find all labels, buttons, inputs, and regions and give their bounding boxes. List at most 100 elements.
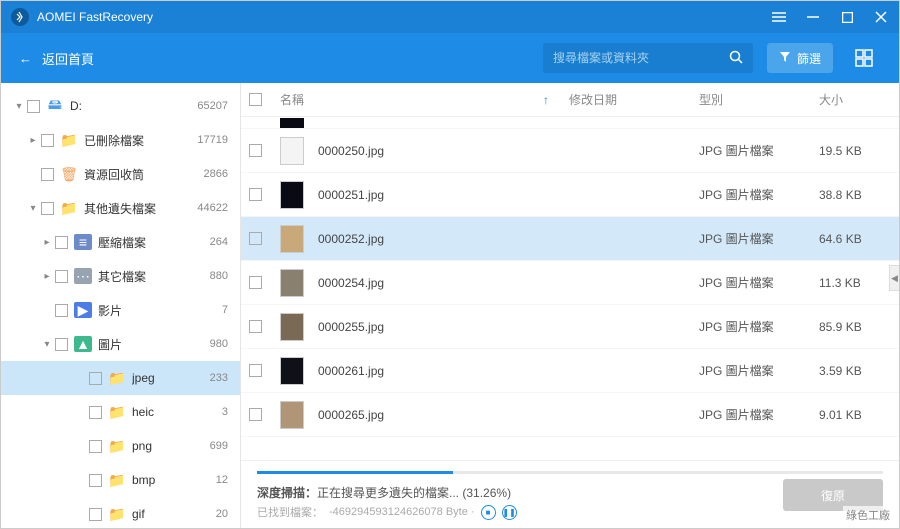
sidebar-item-壓縮檔案[interactable]: ▸≡壓縮檔案264	[1, 225, 240, 259]
chevron-icon[interactable]: ▾	[41, 339, 53, 350]
search-input[interactable]	[553, 51, 729, 65]
sidebar-item-已刪除檔案[interactable]: ▸📁已刪除檔案17719	[1, 123, 240, 157]
file-checkbox[interactable]	[249, 276, 262, 289]
tree-label: 其他遺失檔案	[84, 200, 197, 217]
close-icon[interactable]	[873, 9, 889, 25]
tree-checkbox[interactable]	[89, 372, 102, 385]
file-checkbox[interactable]	[249, 232, 262, 245]
file-row[interactable]: 0000261.jpgJPG 圖片檔案3.59 KB	[241, 349, 899, 393]
thumbnail	[280, 401, 304, 429]
file-type: JPG 圖片檔案	[699, 318, 819, 335]
back-label: 返回首頁	[42, 49, 94, 68]
chevron-icon[interactable]: ▾	[13, 101, 25, 112]
sidebar-item-其他遺失檔案[interactable]: ▾📁其他遺失檔案44622	[1, 191, 240, 225]
tree-label: jpeg	[132, 371, 210, 385]
tree-checkbox[interactable]	[89, 440, 102, 453]
progress-bar	[257, 471, 883, 474]
stop-scan-button[interactable]: ■	[481, 505, 496, 520]
sidebar-item-png[interactable]: 📁png699	[1, 429, 240, 463]
tree-checkbox[interactable]	[55, 236, 68, 249]
tree-checkbox[interactable]	[55, 304, 68, 317]
preview-panel-toggle[interactable]: ◀	[889, 265, 899, 291]
file-type: JPG 圖片檔案	[699, 186, 819, 203]
tree-checkbox[interactable]	[41, 134, 54, 147]
tree-label: 資源回收筒	[84, 166, 204, 183]
tree-count: 65207	[197, 100, 228, 112]
sidebar: ▾🖴D:65207▸📁已刪除檔案17719🗑資源回收筒2866▾📁其他遺失檔案4…	[1, 83, 241, 528]
file-row[interactable]: 0000255.jpgJPG 圖片檔案85.9 KB	[241, 305, 899, 349]
file-size: 64.6 KB	[819, 232, 899, 246]
chevron-icon[interactable]: ▸	[41, 237, 53, 248]
tree-label: png	[132, 439, 210, 453]
tree-count: 12	[216, 474, 228, 486]
sidebar-item-其它檔案[interactable]: ▸⋯其它檔案880	[1, 259, 240, 293]
toolbar: ← 返回首頁 篩選	[1, 33, 899, 83]
tree-label: heic	[132, 405, 222, 419]
file-type: JPG 圖片檔案	[699, 274, 819, 291]
file-checkbox[interactable]	[249, 144, 262, 157]
column-type[interactable]: 型別	[699, 91, 819, 108]
file-row[interactable]: 0000265.jpgJPG 圖片檔案9.01 KB	[241, 393, 899, 437]
column-size[interactable]: 大小	[819, 91, 899, 108]
minimize-icon[interactable]	[805, 9, 821, 25]
select-all-checkbox[interactable]	[249, 93, 262, 106]
view-grid-button[interactable]	[847, 43, 881, 73]
tree-label: gif	[132, 507, 216, 521]
file-name: 0000254.jpg	[318, 276, 699, 290]
content-pane: 名稱 ↑ 修改日期 型別 大小 0000250.jpgJPG 圖片檔案19.5 …	[241, 83, 899, 528]
tree-count: 233	[210, 372, 228, 384]
file-name: 0000255.jpg	[318, 320, 699, 334]
tree-count: 3	[222, 406, 228, 418]
tree-checkbox[interactable]	[41, 202, 54, 215]
column-name[interactable]: 名稱 ↑	[280, 91, 569, 108]
chevron-icon[interactable]: ▸	[41, 271, 53, 282]
menu-icon[interactable]	[771, 9, 787, 25]
file-checkbox[interactable]	[249, 320, 262, 333]
file-row[interactable]: 0000252.jpgJPG 圖片檔案64.6 KB	[241, 217, 899, 261]
column-date[interactable]: 修改日期	[569, 91, 699, 108]
tree-count: 7	[222, 304, 228, 316]
thumbnail	[280, 357, 304, 385]
sidebar-item-heic[interactable]: 📁heic3	[1, 395, 240, 429]
file-type: JPG 圖片檔案	[699, 362, 819, 379]
tree-checkbox[interactable]	[89, 406, 102, 419]
sidebar-item-jpeg[interactable]: 📁jpeg233	[1, 361, 240, 395]
search-box[interactable]	[543, 43, 753, 73]
tree-checkbox[interactable]	[89, 508, 102, 521]
back-button[interactable]: ← 返回首頁	[19, 49, 94, 68]
tree-label: 已刪除檔案	[84, 132, 197, 149]
chevron-icon[interactable]: ▾	[27, 203, 39, 214]
file-size: 19.5 KB	[819, 144, 899, 158]
file-checkbox[interactable]	[249, 408, 262, 421]
sidebar-item-資源回收筒[interactable]: 🗑資源回收筒2866	[1, 157, 240, 191]
chevron-icon[interactable]: ▸	[27, 135, 39, 146]
sidebar-item-圖片[interactable]: ▾▲圖片980	[1, 327, 240, 361]
tree-count: 17719	[197, 134, 228, 146]
tree-count: 20	[216, 508, 228, 520]
thumbnail	[280, 313, 304, 341]
pause-scan-button[interactable]: ❚❚	[502, 505, 517, 520]
tree-checkbox[interactable]	[55, 338, 68, 351]
tree-checkbox[interactable]	[41, 168, 54, 181]
tree-checkbox[interactable]	[89, 474, 102, 487]
tree-checkbox[interactable]	[27, 100, 40, 113]
sidebar-item-gif[interactable]: 📁gif20	[1, 497, 240, 528]
sidebar-item-影片[interactable]: ▶影片7	[1, 293, 240, 327]
file-row[interactable]: 0000251.jpgJPG 圖片檔案38.8 KB	[241, 173, 899, 217]
search-icon[interactable]	[729, 50, 743, 67]
sidebar-item-bmp[interactable]: 📁bmp12	[1, 463, 240, 497]
tree-checkbox[interactable]	[55, 270, 68, 283]
file-checkbox[interactable]	[249, 188, 262, 201]
column-name-label: 名稱	[280, 91, 304, 108]
sidebar-item-D:[interactable]: ▾🖴D:65207	[1, 89, 240, 123]
filter-button[interactable]: 篩選	[767, 43, 833, 73]
tree-label: 影片	[98, 302, 222, 319]
file-checkbox[interactable]	[249, 364, 262, 377]
maximize-icon[interactable]	[839, 9, 855, 25]
file-row[interactable]: 0000250.jpgJPG 圖片檔案19.5 KB	[241, 129, 899, 173]
file-size: 85.9 KB	[819, 320, 899, 334]
thumbnail	[280, 137, 304, 165]
file-row[interactable]: 0000254.jpgJPG 圖片檔案11.3 KB	[241, 261, 899, 305]
titlebar: AOMEI FastRecovery	[1, 1, 899, 33]
arrow-left-icon: ←	[19, 51, 32, 66]
